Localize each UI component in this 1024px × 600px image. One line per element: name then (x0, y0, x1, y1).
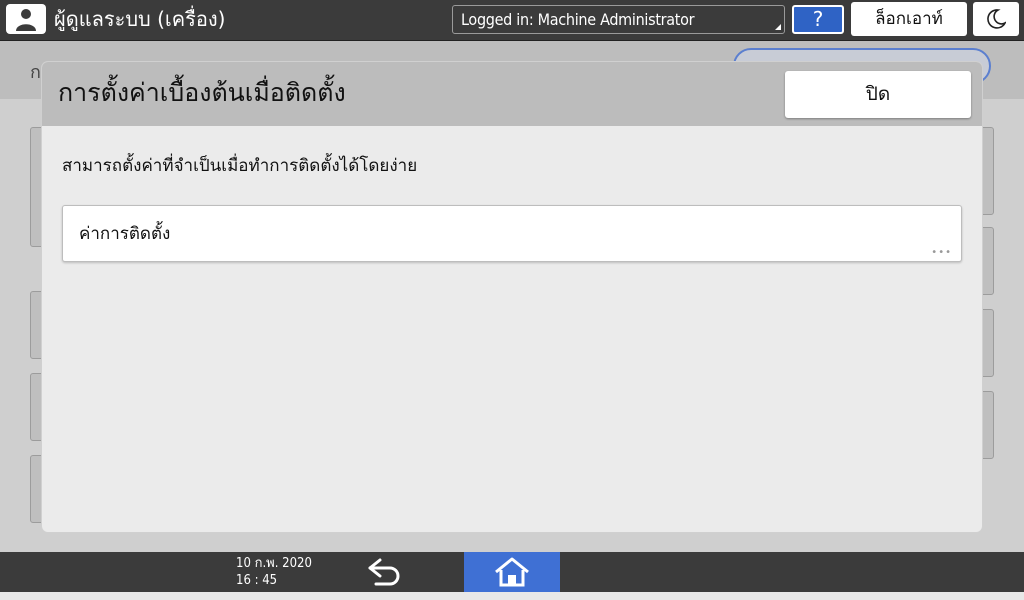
time-text: 16 : 45 (236, 573, 278, 588)
back-button[interactable] (364, 558, 404, 588)
bottom-bar: 10 ก.พ. 2020 16 : 45 (0, 552, 1024, 592)
login-status-text: Logged in: Machine Administrator (461, 10, 695, 29)
dialog-header: การตั้งค่าเบื้องต้นเมื่อติดตั้ง ปิด (42, 62, 982, 126)
logout-button[interactable]: ล็อกเอาท์ (851, 2, 967, 36)
more-icon: ••• (931, 247, 952, 258)
initial-setup-dialog: การตั้งค่าเบื้องต้นเมื่อติดตั้ง ปิด สามา… (42, 62, 982, 532)
back-icon (368, 558, 400, 586)
user-icon[interactable] (6, 4, 46, 34)
login-status-dropdown[interactable]: Logged in: Machine Administrator (452, 5, 785, 34)
help-button[interactable]: ? (792, 5, 844, 34)
dropdown-corner-icon (775, 24, 781, 30)
date-time: 10 ก.พ. 2020 16 : 45 (236, 555, 312, 589)
background-card (980, 309, 994, 377)
background-card (980, 227, 994, 295)
background-title: ก (30, 62, 41, 83)
date-text: 10 ก.พ. 2020 (236, 556, 312, 571)
top-bar: ผู้ดูแลระบบ (เครื่อง) Logged in: Machine… (0, 0, 1024, 41)
home-icon (495, 557, 529, 587)
energy-saver-button[interactable] (973, 2, 1019, 36)
background-card (980, 391, 994, 459)
user-name: ผู้ดูแลระบบ (เครื่อง) (54, 7, 226, 31)
bottom-strip (0, 592, 1024, 600)
close-button[interactable]: ปิด (785, 71, 971, 118)
dialog-description: สามารถตั้งค่าที่จำเป็นเมื่อทำการติดตั้งไ… (62, 156, 418, 176)
setting-item-label: ค่าการติดตั้ง (79, 224, 171, 244)
dialog-title: การตั้งค่าเบื้องต้นเมื่อติดตั้ง (58, 78, 346, 107)
home-button[interactable] (464, 552, 560, 592)
moon-icon (987, 9, 1006, 29)
background-card (980, 127, 994, 215)
setting-item-installation-settings[interactable]: ค่าการติดตั้ง ••• (62, 205, 962, 262)
